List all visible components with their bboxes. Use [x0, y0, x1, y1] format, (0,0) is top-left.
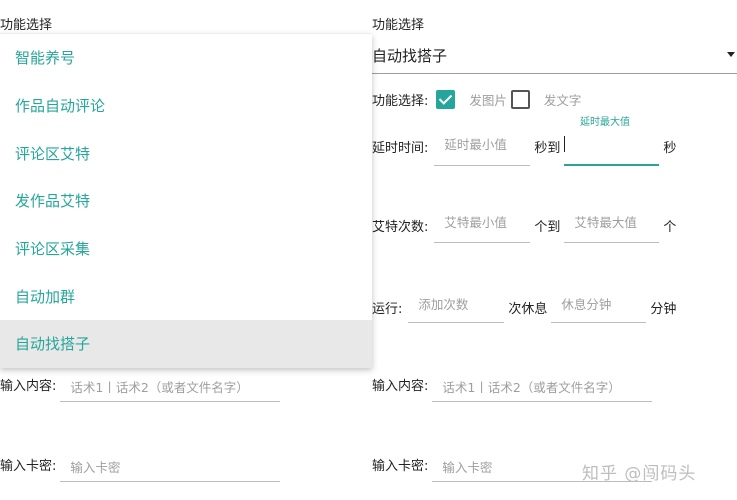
run-label: 运行:	[372, 302, 403, 317]
at-to-label: 个到	[534, 220, 561, 235]
run-rest-input[interactable]	[551, 297, 647, 323]
menu-item[interactable]: 发作品艾特	[0, 177, 372, 225]
left-input-content-label: 输入内容:	[0, 379, 57, 394]
left-input-card-field[interactable]	[60, 460, 281, 482]
right-section-label: 功能选择	[372, 18, 425, 33]
menu-item[interactable]: 作品自动评论	[0, 82, 372, 130]
dropdown-selected-value: 自动找搭子	[372, 47, 448, 65]
func-select-label: 功能选择:	[372, 94, 429, 109]
send-text-checkbox[interactable]	[510, 90, 530, 109]
menu-item[interactable]: 自动找搭子	[0, 320, 372, 368]
right-input-content-row: 输入内容:	[372, 375, 653, 402]
send-image-checkbox[interactable]	[436, 90, 456, 109]
delay-label: 延时时间:	[372, 141, 429, 156]
menu-item[interactable]: 智能养号	[0, 34, 372, 82]
left-input-content-row: 输入内容:	[0, 375, 285, 402]
run-rest-label: 次休息	[508, 302, 548, 317]
right-input-content-field[interactable]	[432, 380, 653, 402]
left-input-card-row: 输入卡密:	[0, 455, 285, 482]
delay-max-input[interactable]	[564, 136, 660, 166]
left-section-label: 功能选择	[0, 18, 53, 33]
menu-item[interactable]: 评论区艾特	[0, 129, 372, 177]
run-unit: 分钟	[650, 302, 677, 317]
left-input-card-label: 输入卡密:	[0, 459, 57, 474]
at-max-input[interactable]	[564, 215, 660, 243]
function-select-dropdown[interactable]: 自动找搭子	[372, 38, 737, 74]
run-count-input[interactable]	[408, 297, 505, 323]
menu-item[interactable]: 自动加群	[0, 272, 372, 320]
delay-unit: 秒	[663, 141, 677, 156]
right-input-card-label: 输入卡密:	[372, 459, 429, 474]
dropdown-arrow-icon	[727, 52, 735, 57]
at-min-input[interactable]	[434, 215, 531, 243]
delay-min-input[interactable]	[434, 137, 531, 166]
delay-to-label: 秒到	[534, 141, 561, 156]
delay-max-floating-label: 延时最大值	[580, 117, 630, 128]
run-row: 运行: 次休息 分钟	[372, 297, 676, 323]
at-unit: 个	[663, 220, 677, 235]
send-image-label: 发图片	[469, 93, 507, 108]
at-count-label: 艾特次数:	[372, 220, 429, 235]
left-input-content-field[interactable]	[60, 380, 281, 402]
send-text-label: 发文字	[543, 93, 582, 108]
text-cursor	[564, 136, 566, 152]
at-count-row: 艾特次数: 个到 个	[372, 215, 676, 243]
right-input-content-label: 输入内容:	[372, 379, 429, 394]
menu-item[interactable]: 评论区采集	[0, 225, 372, 273]
func-select-row: 功能选择: 发图片 发文字	[372, 90, 581, 109]
watermark: 知乎 @闯码头	[582, 464, 697, 484]
delay-row: 延时时间: 秒到 秒	[372, 136, 676, 166]
function-dropdown-menu: 智能养号 作品自动评论 评论区艾特 发作品艾特 评论区采集 自动加群 自动找搭子	[0, 33, 372, 368]
